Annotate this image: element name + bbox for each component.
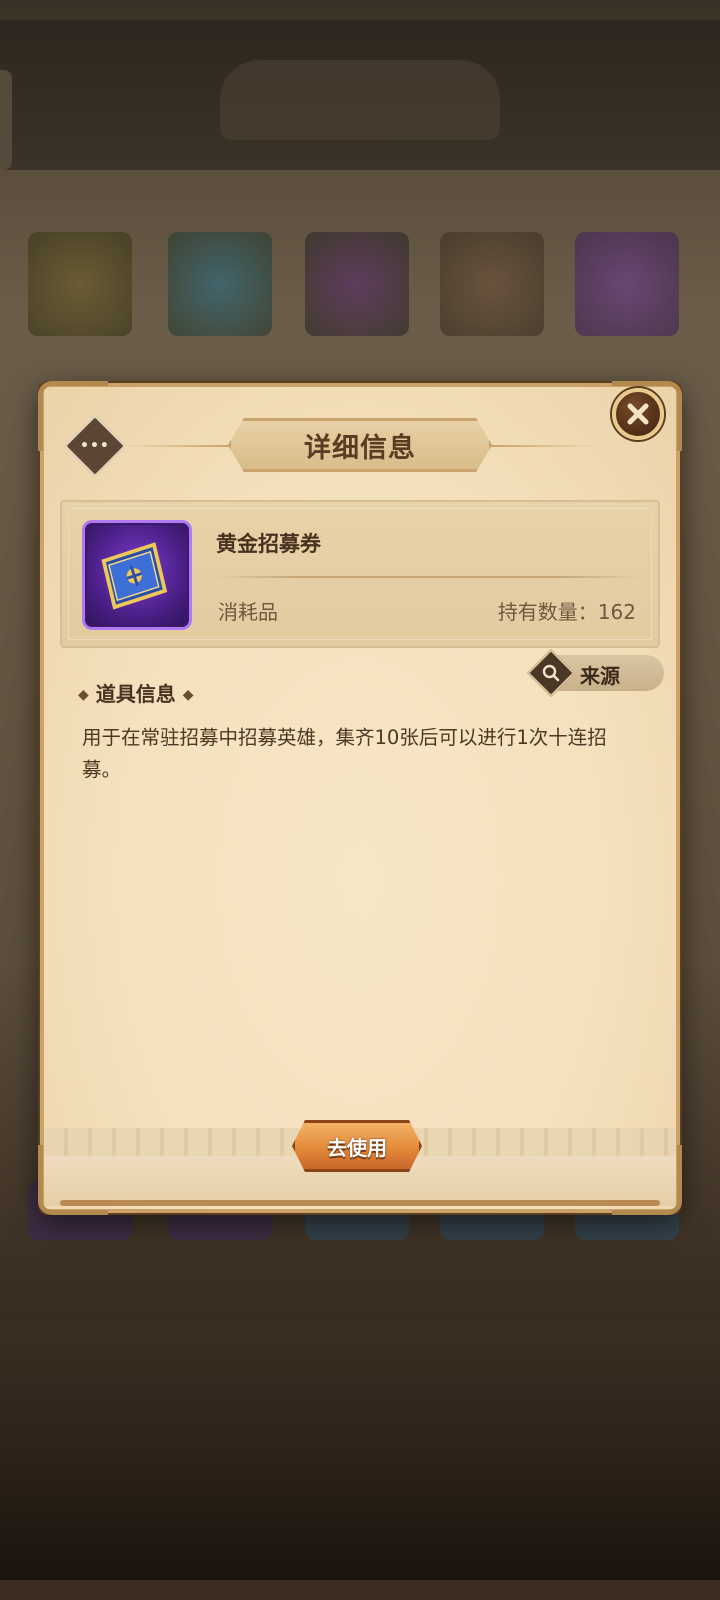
dialog-title: 详细信息 xyxy=(304,432,416,464)
background-side-handle xyxy=(0,70,12,170)
item-info-heading-text: 道具信息 xyxy=(95,682,176,706)
title-plate: 详细信息 xyxy=(228,418,492,472)
background-item-slot xyxy=(575,232,679,336)
item-type: 消耗品 xyxy=(218,600,278,624)
bottom-frame-bar xyxy=(60,1200,660,1206)
background-hero-strip xyxy=(0,1320,720,1580)
use-item-button[interactable]: 去使用 xyxy=(292,1120,422,1172)
menu-dots: ••• xyxy=(80,437,110,454)
background-item-slot xyxy=(305,232,409,336)
owned-quantity-value: 162 xyxy=(597,600,636,624)
background-bottom-bar xyxy=(0,1580,720,1600)
golden-recruit-ticket-icon xyxy=(82,520,192,630)
use-item-button-label: 去使用 xyxy=(327,1135,387,1160)
owned-quantity: 持有数量：162 xyxy=(498,596,636,625)
magnifier-glyph xyxy=(542,664,560,682)
ticket-artwork xyxy=(101,542,168,610)
item-name: 黄金招募券 xyxy=(216,532,321,556)
owned-quantity-label: 持有数量： xyxy=(497,600,598,624)
item-card-divider xyxy=(212,576,644,578)
background-item-slot xyxy=(168,232,272,336)
background-item-slot xyxy=(440,232,544,336)
close-button[interactable] xyxy=(612,388,664,440)
item-description: 用于在常驻招募中招募英雄，集齐10张后可以进行1次十连招募。 xyxy=(82,726,607,781)
background-banner xyxy=(220,60,500,140)
close-icon xyxy=(627,403,649,425)
source-button-label[interactable]: 来源 xyxy=(580,660,620,689)
background-item-slot xyxy=(28,232,132,336)
title-ornament xyxy=(120,445,230,447)
heading-ornament-icon: ◆ xyxy=(182,687,194,703)
title-ornament xyxy=(490,445,600,447)
item-info-heading: ◆ 道具信息 ◆ xyxy=(78,678,194,707)
heading-ornament-icon: ◆ xyxy=(78,687,89,703)
